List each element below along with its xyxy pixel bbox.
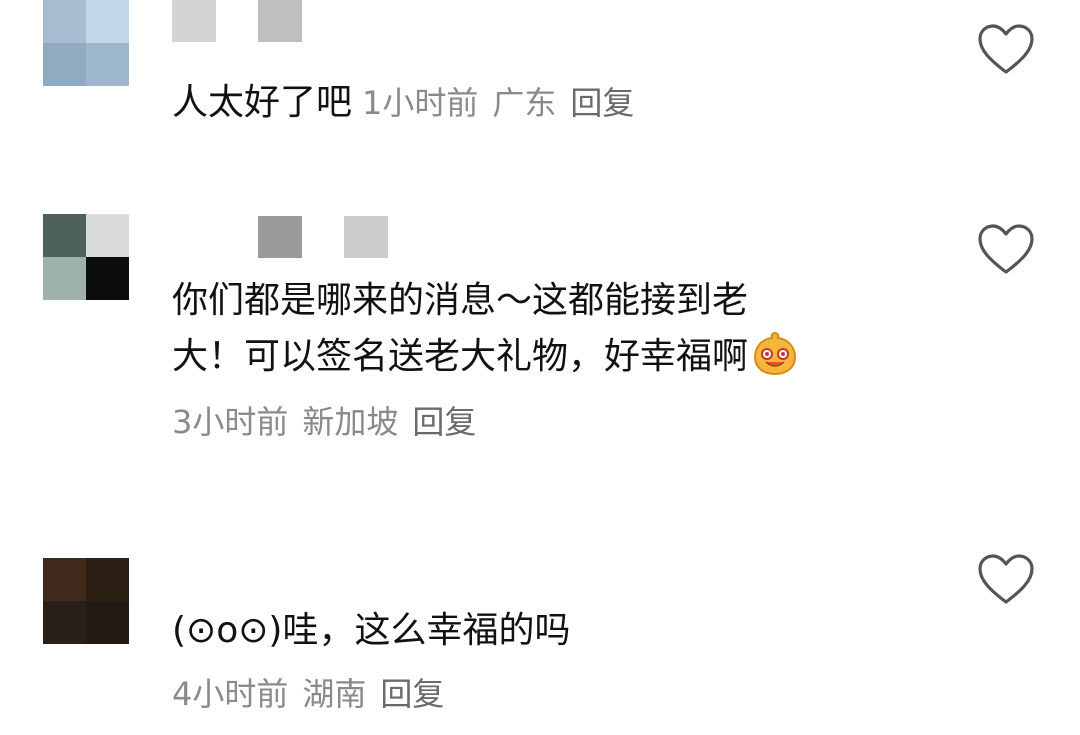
comment-time: 1小时前 [362,84,479,122]
avatar-pixel [86,601,129,644]
comment-time: 4小时前 [172,675,289,713]
heart-outline-icon[interactable] [976,22,1036,76]
comment-item: 人太好了吧 1小时前 广东 回复 [0,0,1080,140]
comment-body: 大！可以签名送老大礼物，好幸福啊 [172,336,749,377]
avatar-pixel [86,558,129,601]
comment-item: (⊙o⊙)哇，这么幸福的吗 4小时前 湖南 回复 [0,554,1080,728]
reply-button[interactable]: 回复 [570,84,634,122]
avatar-pixel [43,43,86,86]
avatar[interactable] [43,0,129,86]
username-blur-block [172,0,216,42]
username-blur-block [344,216,388,258]
heart-outline-icon[interactable] [976,552,1036,606]
avatar-pixel [86,214,129,257]
avatar-pixel [43,214,86,257]
avatar-pixel [86,0,129,43]
reply-button[interactable]: 回复 [412,403,476,441]
comment-meta: 4小时前 湖南 回复 [172,674,458,714]
comment-meta: 1小时前 广东 回复 [362,84,648,122]
reply-button[interactable]: 回复 [380,675,444,713]
comment-location: 新加坡 [302,403,399,441]
smiling-face-emoji [754,331,797,376]
avatar-pixel [43,558,86,601]
avatar[interactable] [43,214,129,300]
comment-body: 人太好了吧 [172,82,353,123]
comment-text: 人太好了吧 1小时前 广东 回复 [172,76,648,130]
comment-meta: 3小时前 新加坡 回复 [172,402,490,442]
avatar-pixel [86,43,129,86]
username-blur-block [258,0,302,42]
comment-body: (⊙o⊙)哇，这么幸福的吗 [172,610,571,651]
avatar[interactable] [43,558,129,644]
avatar-pixel [43,257,86,300]
comment-time: 3小时前 [172,403,289,441]
username-blurred[interactable] [258,216,388,258]
avatar-pixel [86,257,129,300]
comment-location: 广东 [492,84,557,122]
comment-location: 湖南 [302,675,367,713]
comment-item: 你们都是哪来的消息～这都能接到老 大！可以签名送老大礼物，好幸福啊 3小时前 新加… [0,214,1080,454]
username-blur-block [258,216,302,258]
heart-outline-icon[interactable] [976,222,1036,276]
username-blurred[interactable] [172,0,302,42]
avatar-pixel [43,601,86,644]
comment-text-line: 你们都是哪来的消息～这都能接到老 [172,280,749,321]
avatar-pixel [43,0,86,43]
comment-text-line: 大！可以签名送老大礼物，好幸福啊 [172,330,798,384]
